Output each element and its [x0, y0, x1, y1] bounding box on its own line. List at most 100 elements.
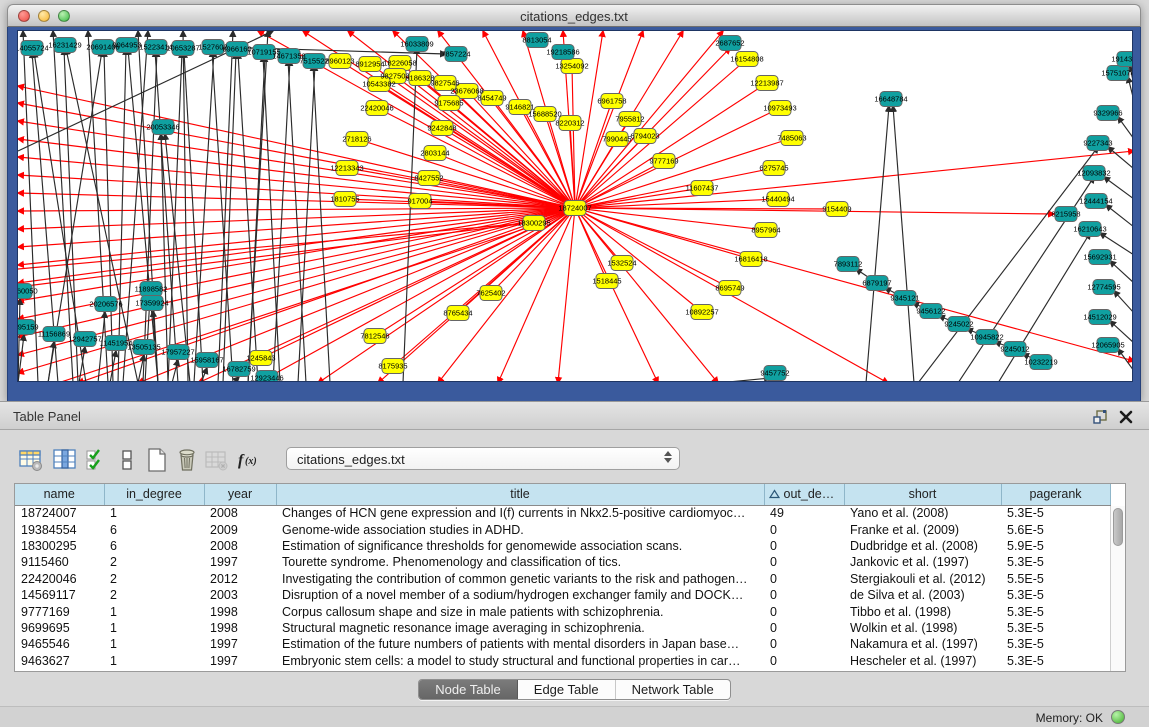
table-cell[interactable]: 18300295 [15, 538, 104, 554]
table-cell[interactable]: Hescheler et al. (1997) [844, 653, 1001, 669]
table-cell[interactable]: 5.3E-5 [1001, 603, 1110, 619]
delete-table-icon[interactable] [202, 445, 232, 475]
table-cell[interactable]: 0 [764, 653, 844, 669]
select-all-rows-icon[interactable] [82, 445, 112, 475]
table-cell[interactable]: Estimation of the future numbers of pati… [276, 636, 764, 652]
graph-edge[interactable] [248, 31, 268, 382]
table-cell[interactable]: 1998 [204, 603, 276, 619]
table-cell[interactable]: Embryonic stem cells: a model to study s… [276, 653, 764, 669]
table-cell[interactable]: Dudbridge et al. (2008) [844, 538, 1001, 554]
table-cell[interactable]: 49 [764, 505, 844, 521]
graph-edge[interactable] [288, 60, 306, 382]
table-cell[interactable]: 9699695 [15, 620, 104, 636]
table-cell[interactable]: Disruption of a novel member of a sodium… [276, 587, 764, 603]
column-header-name[interactable]: name [15, 484, 104, 505]
table-cell[interactable]: 6 [104, 538, 204, 554]
scrollbar-thumb[interactable] [1113, 508, 1123, 546]
table-cell[interactable]: Nakamura et al. (1997) [844, 636, 1001, 652]
graph-edge[interactable] [575, 208, 751, 259]
graph-edge[interactable] [1118, 117, 1133, 139]
table-cell[interactable]: 1 [104, 636, 204, 652]
table-cell[interactable]: 5.6E-5 [1001, 521, 1110, 537]
table-cell[interactable]: 5.3E-5 [1001, 587, 1110, 603]
table-row[interactable]: 977716911998Corpus callosum shape and si… [15, 603, 1110, 619]
table-cell[interactable]: 1 [104, 653, 204, 669]
table-row[interactable]: 1938455462009Genome-wide association stu… [15, 521, 1110, 537]
table-cell[interactable]: 5.3E-5 [1001, 636, 1110, 652]
table-selector-dropdown[interactable]: citations_edges.txt [286, 447, 680, 470]
graph-edge[interactable] [298, 65, 315, 382]
table-cell[interactable]: 2012 [204, 571, 276, 587]
table-cell[interactable]: 0 [764, 538, 844, 554]
tab-network-table[interactable]: Network Table [616, 680, 730, 699]
table-cell[interactable]: 9777169 [15, 603, 104, 619]
graph-edge[interactable] [79, 347, 85, 382]
graph-edge[interactable] [48, 342, 54, 382]
citation-graph[interactable]: 1872400718300295896012389129541822605898… [18, 31, 1133, 382]
table-cell[interactable]: Tibbo et al. (1998) [844, 603, 1001, 619]
network-canvas[interactable]: 1872400718300295896012389129541822605898… [17, 30, 1133, 382]
table-cell[interactable]: 6 [104, 521, 204, 537]
table-cell[interactable]: Franke et al. (2009) [844, 521, 1001, 537]
table-cell[interactable]: 0 [764, 521, 844, 537]
table-cell[interactable]: Changes of HCN gene expression and I(f) … [276, 505, 764, 521]
float-panel-icon[interactable] [1091, 408, 1109, 426]
table-cell[interactable]: 9465546 [15, 636, 104, 652]
table-cell[interactable]: Stergiakouli et al. (2012) [844, 571, 1001, 587]
table-cell[interactable]: 1997 [204, 636, 276, 652]
row-height-icon[interactable] [112, 445, 142, 475]
table-cell[interactable]: 1997 [204, 554, 276, 570]
table-cell[interactable]: Structural magnetic resonance image aver… [276, 620, 764, 636]
table-cell[interactable]: 0 [764, 554, 844, 570]
table-cell[interactable]: 9463627 [15, 653, 104, 669]
table-cell[interactable]: 5.3E-5 [1001, 620, 1110, 636]
table-cell[interactable]: 0 [764, 636, 844, 652]
table-cell[interactable]: 5.5E-5 [1001, 571, 1110, 587]
table-cell[interactable]: Yano et al. (2008) [844, 505, 1001, 521]
table-cell[interactable]: 22420046 [15, 571, 104, 587]
table-row[interactable]: 946554611997Estimation of the future num… [15, 636, 1110, 652]
graph-edge[interactable] [273, 60, 290, 382]
table-cell[interactable]: 1998 [204, 620, 276, 636]
graph-edge[interactable] [1114, 291, 1133, 313]
table-cell[interactable]: de Silva et al. (2003) [844, 587, 1001, 603]
table-cell[interactable]: Genome-wide association studies in ADHD. [276, 521, 764, 537]
graph-edge[interactable] [123, 31, 148, 382]
table-cell[interactable]: 14569117 [15, 587, 104, 603]
column-header-pagerank[interactable]: pagerank [1001, 484, 1110, 505]
table-cell[interactable]: 1997 [204, 653, 276, 669]
graph-edge[interactable] [575, 208, 766, 230]
table-cell[interactable]: 2009 [204, 521, 276, 537]
graph-edge[interactable] [233, 377, 239, 382]
column-header-year[interactable]: year [204, 484, 276, 505]
graph-edge[interactable] [1110, 261, 1133, 283]
table-cell[interactable]: 5.3E-5 [1001, 554, 1110, 570]
graph-edge[interactable] [866, 106, 889, 382]
graph-edge[interactable] [718, 378, 770, 382]
graph-edge[interactable] [118, 49, 126, 382]
table-cell[interactable]: 2008 [204, 538, 276, 554]
new-table-icon[interactable] [142, 445, 172, 475]
graph-edge[interactable] [575, 208, 607, 281]
graph-edge[interactable] [575, 208, 718, 382]
table-settings-icon[interactable] [16, 445, 46, 475]
table-cell[interactable]: Estimation of significance thresholds fo… [276, 538, 764, 554]
tab-node-table[interactable]: Node Table [419, 680, 518, 699]
table-row[interactable]: 1872400712008Changes of HCN gene express… [15, 505, 1110, 521]
table-cell[interactable]: 2003 [204, 587, 276, 603]
graph-edge[interactable] [575, 208, 622, 263]
graph-edge[interactable] [893, 106, 914, 382]
table-cell[interactable]: 5.9E-5 [1001, 538, 1110, 554]
table-cell[interactable]: Corpus callosum shape and size in male p… [276, 603, 764, 619]
tab-edge-table[interactable]: Edge Table [518, 680, 616, 699]
column-select-icon[interactable] [50, 445, 80, 475]
graph-edge[interactable] [313, 65, 330, 382]
table-cell[interactable]: 5.3E-5 [1001, 653, 1110, 669]
table-cell[interactable]: Wolkin et al. (1998) [844, 620, 1001, 636]
column-header-out_de[interactable]: out_de… [764, 484, 844, 505]
table-cell[interactable]: 2 [104, 587, 204, 603]
graph-edge[interactable] [238, 53, 258, 382]
table-row[interactable]: 2242004622012Investigating the contribut… [15, 571, 1110, 587]
table-row[interactable]: 946362711997Embryonic stem cells: a mode… [15, 653, 1110, 669]
table-panel-titlebar[interactable]: Table Panel [0, 401, 1149, 430]
